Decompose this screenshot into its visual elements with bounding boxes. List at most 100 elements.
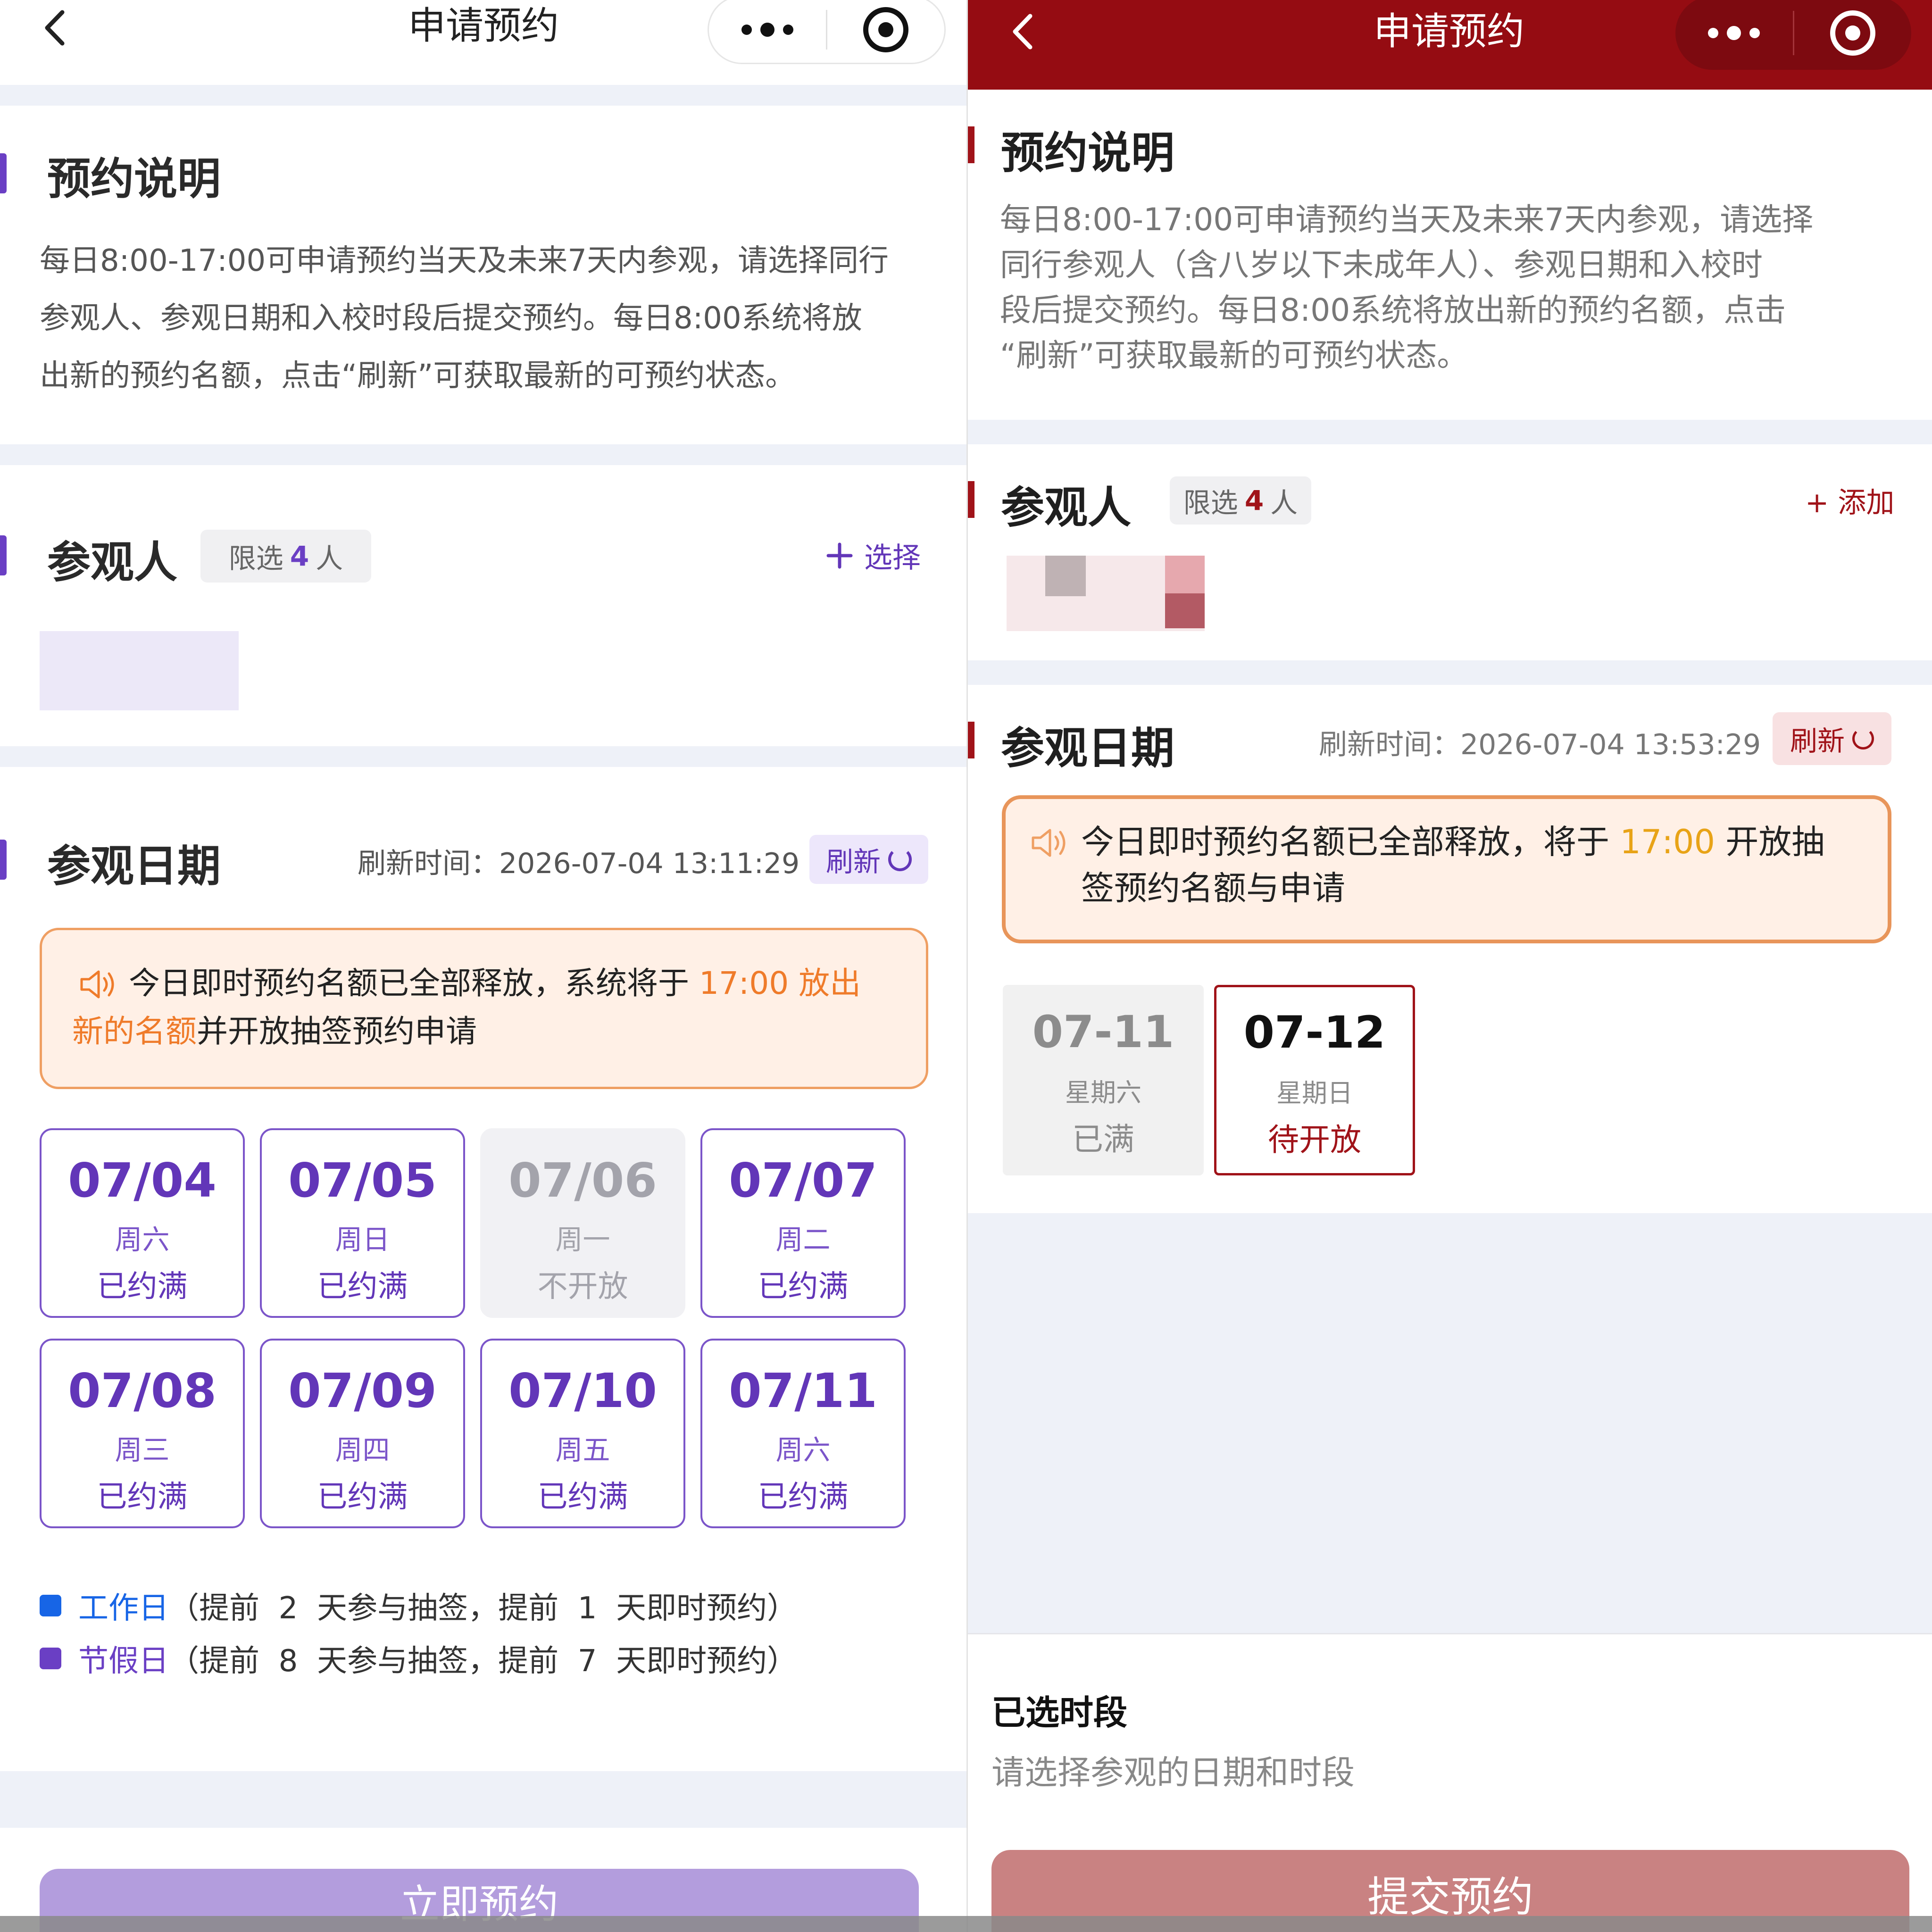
visitor-item-blurred[interactable] — [1007, 556, 1205, 631]
section-accent-bar — [968, 722, 974, 758]
section-gap — [968, 660, 1932, 685]
date-card-status: 已约满 — [97, 1269, 188, 1304]
intro-text-line-4: “刷新”可获取最新的可预约状态。 — [1000, 337, 1468, 374]
date-card-weekday: 周六 — [115, 1224, 170, 1256]
dot-icon — [1727, 26, 1741, 40]
section-gap — [968, 420, 1932, 444]
select-visitor-button[interactable]: 选择 — [825, 533, 921, 578]
date-card[interactable]: 07/09 周四已约满 — [260, 1339, 465, 1528]
intro-text-line-2: 参观人、参观日期和入校时段后提交预约。每日8:00系统将放 — [40, 301, 862, 336]
notice-highlight: 17:00 — [1620, 823, 1715, 861]
quota-notice: 今日即时预约名额已全部释放，系统将于 17:00 放出 新的名额并开放抽签预约申… — [40, 928, 928, 1089]
date-card-status: 不开放 — [537, 1269, 628, 1304]
refresh-icon — [888, 848, 912, 871]
section-gap — [0, 746, 967, 767]
notice-text: 开放抽 — [1715, 823, 1825, 861]
legend-name: 节假日 — [78, 1644, 169, 1679]
date-card[interactable]: 07/08 周三已约满 — [40, 1339, 245, 1528]
dot-icon — [741, 25, 752, 35]
refresh-time: 刷新时间：2026-07-04 13:53:29 — [1319, 728, 1761, 761]
plus-icon — [826, 542, 853, 568]
add-visitor-button[interactable]: + 添加 — [1805, 481, 1894, 519]
quota-notice: 今日即时预约名额已全部释放，将于 17:00 开放抽 签预约名额与申请 — [1002, 795, 1891, 943]
date-card-weekday: 周二 — [775, 1224, 831, 1256]
speaker-icon — [80, 970, 114, 999]
date-card-date: 07/08 — [68, 1363, 217, 1418]
section-accent-bar — [0, 535, 7, 575]
speaker-icon — [1032, 829, 1066, 857]
intro-text-line-2: 同行参观人（含八岁以下未成年人）、参观日期和入校时 — [1000, 247, 1763, 283]
date-card-weekday: 周三 — [115, 1434, 170, 1466]
dot-icon — [1708, 28, 1719, 38]
visitors-title: 参观人 — [1001, 483, 1132, 533]
section-accent-bar — [968, 481, 974, 518]
date-card-weekday: 周五 — [555, 1434, 610, 1466]
chevron-left-icon — [45, 10, 65, 46]
holiday-swatch — [40, 1648, 61, 1669]
refresh-button[interactable]: 刷新 — [809, 835, 928, 884]
date-card-date: 07/11 — [729, 1363, 877, 1418]
section-gap — [0, 444, 967, 465]
date-card-status: 待开放 — [1268, 1122, 1361, 1158]
notice-text: 并开放抽签预约申请 — [197, 1013, 477, 1049]
date-card-status: 已约满 — [317, 1269, 408, 1304]
date-card-date: 07/04 — [68, 1153, 217, 1208]
mini-program-capsule — [708, 0, 946, 64]
intro-title: 预约说明 — [47, 154, 221, 204]
chevron-left-icon — [1013, 14, 1033, 50]
date-card-date: 07-11 — [1032, 1007, 1174, 1058]
intro-text-line-1: 每日8:00-17:00可申请预约当天及未来7天内参观，请选择 — [1000, 201, 1814, 238]
visitor-item-blurred[interactable] — [40, 631, 239, 710]
intro-text-line-3: 段后提交预约。每日8:00系统将放出新的预约名额，点击 — [1000, 292, 1786, 328]
legend-name: 工作日 — [78, 1591, 169, 1626]
dot-icon — [783, 25, 793, 35]
date-card-status: 已约满 — [317, 1480, 408, 1515]
date-card[interactable]: 07/05 周日已约满 — [260, 1128, 465, 1318]
visitors-title: 参观人 — [47, 537, 178, 588]
date-card-status: 已约满 — [97, 1480, 188, 1515]
back-button[interactable] — [1006, 10, 1043, 53]
date-card-date: 07/06 — [508, 1153, 657, 1208]
refresh-icon — [1852, 728, 1874, 749]
date-card[interactable]: 07/04 周六已约满 — [40, 1128, 245, 1318]
target-icon — [1830, 10, 1875, 56]
date-card-date: 07-12 — [1243, 1007, 1386, 1058]
mini-program-capsule — [1675, 0, 1911, 70]
section-accent-bar — [968, 126, 974, 163]
date-card[interactable]: 07-12 星期日 待开放 — [1214, 985, 1415, 1175]
date-card[interactable]: 07/07 周二 已约满 — [700, 1128, 906, 1318]
date-card-date: 07/09 — [288, 1363, 437, 1418]
more-menu-button[interactable] — [709, 0, 826, 63]
close-program-button[interactable] — [1794, 0, 1912, 70]
section-accent-bar — [0, 153, 7, 193]
dates-title: 参观日期 — [47, 841, 221, 891]
selected-title: 已选时段 — [991, 1693, 1128, 1732]
selected-panel-border — [968, 1633, 1932, 1634]
bottom-overlay-strip — [0, 1916, 1932, 1932]
legend-text: （提前 2 天参与抽签，提前 1 天即时预约） — [169, 1591, 798, 1626]
date-card-date: 07/05 — [288, 1153, 437, 1208]
notice-highlight: 17:00 放出 — [699, 965, 861, 1001]
date-card-weekday: 周日 — [335, 1224, 390, 1256]
legend-text: （提前 8 天参与抽签，提前 7 天即时预约） — [169, 1644, 798, 1679]
dot-icon — [1749, 28, 1760, 38]
page-title: 申请预约 — [1374, 9, 1524, 53]
more-menu-button[interactable] — [1675, 0, 1793, 70]
refresh-button[interactable]: 刷新 — [1773, 712, 1891, 765]
dates-title: 参观日期 — [1001, 723, 1175, 774]
date-card[interactable]: 07/10 周五 已约满 — [480, 1339, 685, 1528]
footer-gap — [0, 1771, 967, 1828]
date-card[interactable]: 07-11 星期六 已满 — [1003, 985, 1204, 1175]
selected-placeholder: 请选择参观的日期和时段 — [991, 1753, 1355, 1792]
legend-workday: 工作日 （提前 2 天参与抽签，提前 1 天即时预约） — [40, 1584, 797, 1627]
date-card[interactable]: 07/06 周一 不开放 — [480, 1128, 685, 1318]
date-card-weekday: 周四 — [335, 1434, 390, 1466]
visitor-limit-badge: 限选 4 人 — [1170, 476, 1311, 525]
close-program-button[interactable] — [827, 0, 944, 63]
back-button[interactable] — [38, 7, 75, 49]
date-card[interactable]: 07/11 周六 已约满 — [700, 1339, 906, 1528]
legend-holiday: 节假日 （提前 8 天参与抽签，提前 7 天即时预约） — [40, 1637, 797, 1680]
target-icon — [863, 7, 908, 52]
notice-text: 今日即时预约名额已全部释放，系统将于 — [129, 965, 699, 1001]
notice-text: 签预约名额与申请 — [1081, 869, 1345, 908]
